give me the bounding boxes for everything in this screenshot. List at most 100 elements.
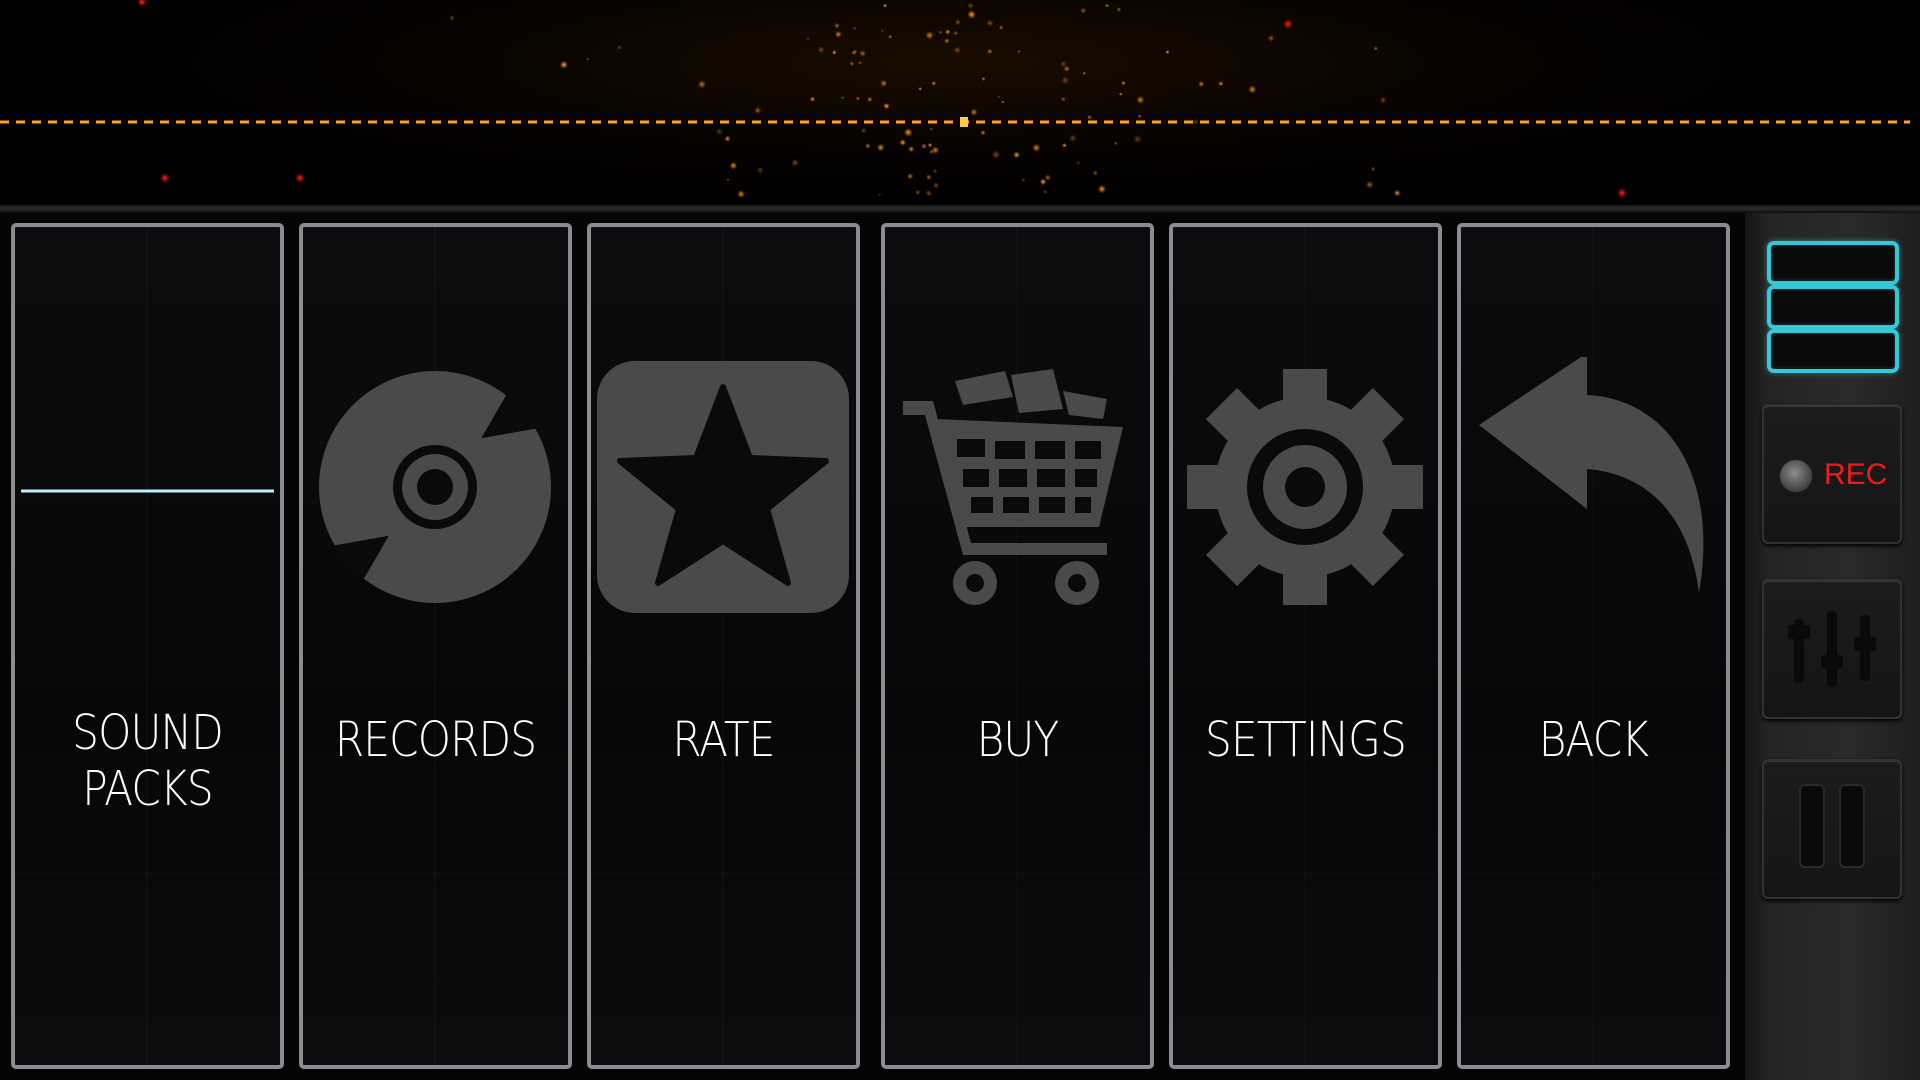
visualizer-spark (859, 50, 866, 57)
waveform-icon (20, 392, 274, 575)
settings-button[interactable]: SETTINGS (1169, 223, 1442, 1069)
visualizer-spark (967, 2, 974, 10)
visualizer-spark (864, 143, 871, 149)
visualizer-spark (920, 143, 928, 150)
visualizer-spark (1104, 3, 1110, 8)
visualizer-spark (887, 34, 893, 40)
visualizer-spark (559, 60, 568, 69)
shopping-cart-icon (903, 369, 1123, 605)
visualizer-red-spark (160, 173, 170, 183)
visualizer-spark (1032, 143, 1041, 152)
visualizer-spark (880, 29, 885, 33)
menu-bar-middle (1767, 285, 1899, 329)
pause-button[interactable] (1762, 759, 1902, 899)
visualizer-spark (726, 177, 730, 182)
visualizer-spark (831, 50, 837, 55)
record-button[interactable]: REC (1762, 404, 1902, 544)
visualizer-spark (1218, 81, 1224, 87)
visualizer-spark (981, 76, 986, 81)
visualizer-spark (1192, 118, 1199, 125)
visualizer-spark (756, 166, 764, 174)
visualizer-spark (855, 96, 861, 101)
back-button[interactable]: BACK (1457, 223, 1730, 1069)
visualizer-spark (1069, 134, 1077, 142)
visualizer-spark (933, 168, 938, 174)
visualizer-spark (1136, 95, 1145, 105)
visualizer-spark (1039, 178, 1047, 186)
visualizer-spark (878, 193, 882, 197)
back-label: BACK (1538, 712, 1649, 768)
visualizer-spark (932, 182, 940, 189)
menu-bar-top (1767, 241, 1899, 285)
visualizer-spark (697, 80, 707, 89)
visualizer-spark (880, 79, 888, 87)
visualizer-spark (1080, 7, 1087, 14)
sound-packs-label-line1: SOUND (72, 705, 224, 761)
visualizer-spark (1061, 142, 1067, 148)
visualizer-red-spark (1617, 188, 1627, 198)
visualizer-spark (849, 61, 854, 66)
visualizer-spark (616, 44, 622, 51)
visualizer-spark (1097, 184, 1107, 194)
visualizer-spark (925, 174, 932, 181)
visualizer-spark (1082, 71, 1087, 76)
visualizer-spark (915, 189, 921, 196)
visualizer-spark (1042, 189, 1048, 195)
visualizer-spark (1365, 180, 1374, 189)
visualizer-spark (1133, 134, 1142, 144)
visualizer-spark (1393, 189, 1401, 197)
visualizer-spark (899, 139, 906, 146)
visualizer-spark (1116, 7, 1122, 13)
visualizer-spark (938, 30, 943, 35)
vinyl-disc-icon (319, 371, 551, 603)
visualizer-spark (1001, 100, 1005, 104)
records-button[interactable]: RECORDS (299, 223, 572, 1069)
visualizer-red-spark (295, 173, 305, 183)
records-label: RECORDS (334, 712, 537, 768)
visualizer-spark (853, 49, 858, 53)
visualizer-spark (1370, 166, 1376, 172)
visualizer-red-spark (137, 0, 147, 7)
mixer-button[interactable] (1762, 579, 1902, 719)
visualizer-spark (925, 189, 933, 197)
sound-packs-button[interactable]: SOUND PACKS (11, 223, 284, 1069)
record-label: REC (1824, 458, 1888, 491)
hamburger-menu-icon[interactable] (1745, 227, 1920, 377)
visualizer-red-spark (1283, 19, 1293, 29)
visualizer-spark (1118, 92, 1123, 96)
visualizer-spark (860, 127, 867, 134)
visualizer-spark (980, 130, 986, 136)
star-icon (597, 361, 849, 613)
visualizer-spark (1267, 34, 1275, 42)
divider-bar (0, 205, 1920, 213)
visualizer-spark (1379, 96, 1387, 104)
visualizer-spark (1114, 141, 1118, 146)
visualizer-spark (998, 25, 1004, 30)
visualizer-spark (1121, 80, 1126, 86)
pause-icon (1799, 784, 1865, 868)
visualizer-spark (852, 26, 857, 31)
buy-button[interactable]: BUY (881, 223, 1154, 1069)
visualizer-spark (931, 146, 940, 155)
visualizer-spark (1061, 76, 1070, 85)
visualizer-spark (791, 158, 800, 167)
visualizer-spark (970, 108, 978, 116)
visualizer-spark (754, 106, 762, 114)
visualizer-spark (1165, 49, 1170, 55)
visualizer-spark (953, 46, 962, 54)
rate-button[interactable]: RATE (587, 223, 860, 1069)
visualizer-spark (967, 10, 976, 19)
sound-packs-label: SOUND PACKS (31, 705, 264, 817)
visualizer-spark (997, 95, 1001, 99)
visualizer-spark (876, 143, 885, 152)
visualizer-spark (918, 87, 922, 91)
sound-packs-label-line2: PACKS (82, 761, 213, 817)
visualizer-spark (858, 61, 862, 65)
visualizer-spark (1017, 49, 1021, 54)
visualizer-spark (729, 161, 738, 170)
visualizer-spark (586, 57, 590, 61)
visualizer-spark (908, 145, 915, 153)
menu-bar-bottom (1767, 329, 1899, 373)
record-indicator-led (1778, 458, 1814, 494)
visualizer-spark (1076, 160, 1081, 165)
